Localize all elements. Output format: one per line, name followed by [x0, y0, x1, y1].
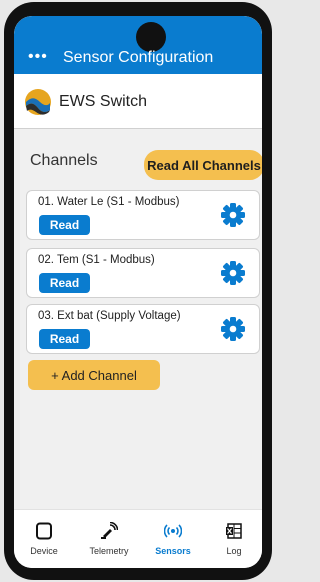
brand-row: EWS Switch [14, 74, 262, 128]
nav-item-sensors[interactable]: Sensors [150, 510, 196, 568]
gear-icon[interactable] [221, 261, 245, 285]
channels-title: Channels [30, 152, 98, 169]
brand-name: EWS Switch [59, 93, 148, 110]
gear-icon[interactable] [221, 203, 245, 227]
channel-card-2: 02. Tem (S1 - Modbus) Read [26, 248, 260, 298]
channel-label: 03. Ext bat (Supply Voltage) [38, 310, 181, 322]
channels-panel: Channels Read All Channels 01. Water Le … [14, 129, 262, 509]
nav-label: Telemetry [89, 546, 129, 556]
app-bar: ••• Sensor Configuration [14, 16, 262, 74]
nav-label: Sensors [155, 546, 191, 556]
more-horizontal-icon[interactable]: ••• [28, 49, 48, 65]
gear-icon[interactable] [221, 317, 245, 341]
read-channel-button[interactable]: Read [39, 273, 90, 293]
read-channel-button[interactable]: Read [39, 215, 90, 235]
satellite-icon [101, 522, 118, 539]
nav-item-device[interactable]: Device [22, 510, 66, 568]
nav-item-log[interactable]: Log [214, 510, 254, 568]
add-channel-button[interactable]: + Add Channel [28, 360, 160, 390]
device-icon [36, 522, 52, 540]
channel-card-3: 03. Ext bat (Supply Voltage) Read [26, 304, 260, 354]
log-icon [226, 523, 242, 539]
nav-item-telemetry[interactable]: Telemetry [76, 510, 142, 568]
read-all-channels-button[interactable]: Read All Channels [144, 150, 262, 180]
nav-label: Device [30, 546, 58, 556]
channel-label: 01. Water Le (S1 - Modbus) [38, 196, 180, 208]
page-title: Sensor Configuration [63, 49, 214, 66]
sensors-icon [164, 524, 182, 538]
phone-screen: ••• Sensor Configuration EWS Switch Chan… [14, 16, 262, 568]
read-channel-button[interactable]: Read [39, 329, 90, 349]
channel-label: 02. Tem (S1 - Modbus) [38, 254, 155, 266]
nav-label: Log [226, 546, 242, 556]
camera-cutout [136, 22, 166, 52]
ews-logo-icon [25, 89, 51, 115]
channel-card-1: 01. Water Le (S1 - Modbus) Read [26, 190, 260, 240]
bottom-nav: Device Telemetry Sensors Log [14, 509, 262, 568]
